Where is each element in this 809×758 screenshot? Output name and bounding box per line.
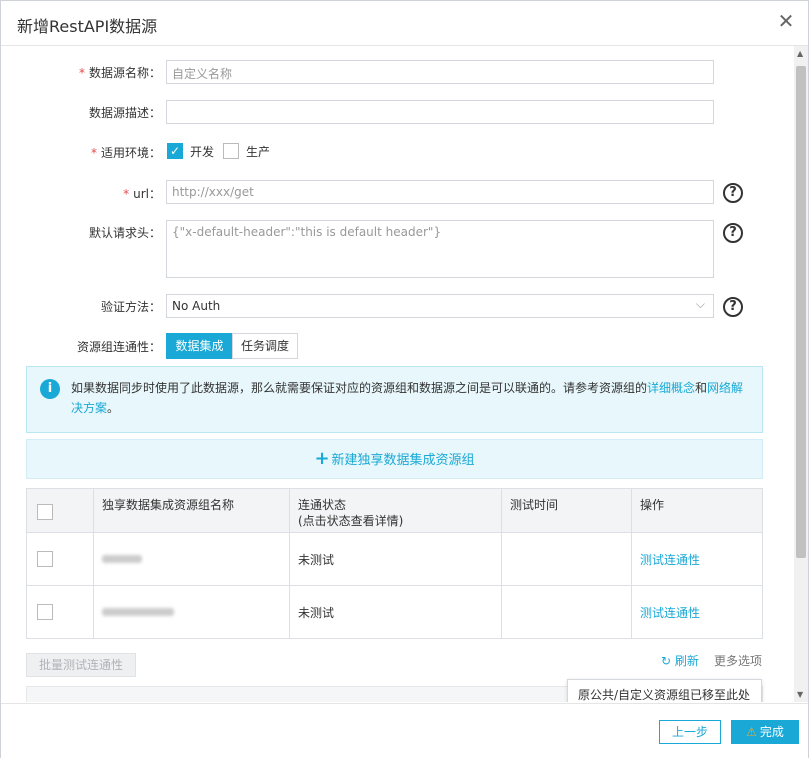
- resource-group-label: 资源组连通性：: [76, 340, 161, 354]
- notice-end: 。: [107, 401, 120, 415]
- auth-label: 验证方法：: [100, 300, 161, 314]
- scroll-up-icon[interactable]: ▲: [797, 49, 803, 58]
- dialog-title: 新增RestAPI数据源: [17, 17, 158, 36]
- blurred-name: [102, 555, 142, 563]
- dialog-footer: 上一步 ⚠ 完成: [1, 703, 808, 758]
- dialog-header: 新增RestAPI数据源 ✕: [1, 1, 808, 46]
- headers-label: 默认请求头：: [88, 226, 161, 240]
- plus-icon: +: [314, 448, 330, 469]
- headers-help-icon[interactable]: ?: [723, 223, 743, 243]
- auth-help-icon[interactable]: ?: [723, 297, 743, 317]
- env-label-text: 适用环境：: [100, 146, 161, 160]
- col-name: 独享数据集成资源组名称: [93, 488, 290, 533]
- scrollbar[interactable]: ▲ ▼: [794, 46, 808, 702]
- auth-value: No Auth: [172, 299, 221, 313]
- env-prod-label: 生产: [246, 145, 271, 159]
- url-placeholder: http://xxx/get: [172, 185, 254, 199]
- name-label: * 数据源名称：: [78, 66, 161, 80]
- row-select-cell: [26, 532, 94, 586]
- dialog: 新增RestAPI数据源 ✕ * 数据源名称： 自定义名称 数据源描述： * 适用环…: [0, 0, 809, 758]
- select-all-checkbox[interactable]: [37, 504, 53, 520]
- row-status[interactable]: 未测试: [289, 585, 502, 639]
- scroll-down-icon[interactable]: ▼: [797, 690, 803, 699]
- row-checkbox[interactable]: [37, 604, 53, 620]
- col-status-title: 连通状态: [298, 498, 347, 512]
- done-label: 完成: [759, 725, 784, 739]
- desc-label: 数据源描述：: [88, 106, 161, 120]
- auth-select[interactable]: No Auth ⌵: [166, 294, 714, 318]
- add-resource-group-label: 新建独享数据集成资源组: [331, 453, 475, 468]
- row-select-cell: [26, 585, 94, 639]
- done-button[interactable]: ⚠ 完成: [731, 720, 799, 744]
- row-status[interactable]: 未测试: [289, 532, 502, 586]
- refresh-label: 刷新: [674, 654, 699, 668]
- col-time: 测试时间: [501, 488, 632, 533]
- test-connectivity-link[interactable]: 测试连通性: [640, 606, 700, 620]
- table-row: 未测试 测试连通性: [26, 532, 763, 586]
- name-input[interactable]: 自定义名称: [166, 60, 714, 84]
- col-status-hint: (点击状态查看详情): [298, 514, 404, 528]
- row-time: [501, 532, 632, 586]
- notice-and: 和: [695, 381, 708, 395]
- url-label: * url：: [123, 187, 161, 201]
- tab-task-scheduling[interactable]: 任务调度: [232, 333, 298, 359]
- resource-group-table: 独享数据集成资源组名称 连通状态 (点击状态查看详情) 测试时间 操作 未测试 测…: [26, 488, 763, 639]
- row-time: [501, 585, 632, 639]
- blurred-name: [102, 608, 174, 616]
- select-all-cell: [26, 488, 94, 533]
- env-dev-checkbox[interactable]: ✓: [167, 143, 183, 159]
- warning-icon: ⚠: [746, 725, 757, 739]
- col-action: 操作: [631, 488, 763, 533]
- tab-data-integration[interactable]: 数据集成: [166, 333, 233, 359]
- row-action: 测试连通性: [631, 532, 763, 586]
- url-label-text: url：: [133, 187, 161, 201]
- prev-button[interactable]: 上一步: [659, 720, 721, 744]
- headers-placeholder: {"x-default-header":"this is default hea…: [172, 225, 442, 239]
- table-row: 未测试 测试连通性: [26, 585, 763, 639]
- detail-concept-link[interactable]: 详细概念: [647, 381, 695, 395]
- url-input[interactable]: http://xxx/get: [166, 180, 714, 204]
- url-help-icon[interactable]: ?: [723, 183, 743, 203]
- batch-test-button[interactable]: 批量测试连通性: [26, 653, 136, 677]
- env-label: * 适用环境：: [90, 146, 161, 160]
- name-label-text: 数据源名称：: [88, 66, 161, 80]
- info-icon: i: [40, 379, 60, 399]
- refresh-button[interactable]: ↻ 刷新: [661, 652, 699, 669]
- desc-input[interactable]: [166, 100, 714, 124]
- row-checkbox[interactable]: [37, 551, 53, 567]
- scrollbar-thumb[interactable]: [796, 66, 806, 558]
- refresh-icon: ↻: [661, 654, 675, 668]
- check-icon: ✓: [169, 144, 181, 158]
- env-dev-label: 开发: [190, 145, 215, 159]
- row-action: 测试连通性: [631, 585, 763, 639]
- add-resource-group-button[interactable]: + 新建独享数据集成资源组: [26, 439, 763, 479]
- env-prod-checkbox[interactable]: [223, 143, 239, 159]
- notice-body: 如果数据同步时使用了此数据源，那么就需要保证对应的资源组和数据源之间是可以联通的…: [71, 381, 648, 395]
- info-notice: i 如果数据同步时使用了此数据源，那么就需要保证对应的资源组和数据源之间是可以联…: [26, 366, 763, 433]
- close-icon[interactable]: ✕: [776, 11, 796, 31]
- test-connectivity-link[interactable]: 测试连通性: [640, 553, 700, 567]
- row-name: [93, 585, 290, 639]
- col-status: 连通状态 (点击状态查看详情): [289, 488, 502, 533]
- headers-textarea[interactable]: {"x-default-header":"this is default hea…: [166, 220, 714, 278]
- dialog-body: * 数据源名称： 自定义名称 数据源描述： * 适用环境： ✓ 开发 生产 * url…: [1, 46, 794, 702]
- tooltip: 原公共/自定义资源组已移至此处: [567, 679, 762, 702]
- chevron-down-icon: ⌵: [695, 297, 705, 311]
- more-options-link[interactable]: 更多选项: [714, 652, 762, 669]
- name-placeholder: 自定义名称: [172, 67, 233, 81]
- notice-text: 如果数据同步时使用了此数据源，那么就需要保证对应的资源组和数据源之间是可以联通的…: [71, 378, 751, 418]
- table-header-row: 独享数据集成资源组名称 连通状态 (点击状态查看详情) 测试时间 操作: [26, 488, 763, 533]
- row-name: [93, 532, 290, 586]
